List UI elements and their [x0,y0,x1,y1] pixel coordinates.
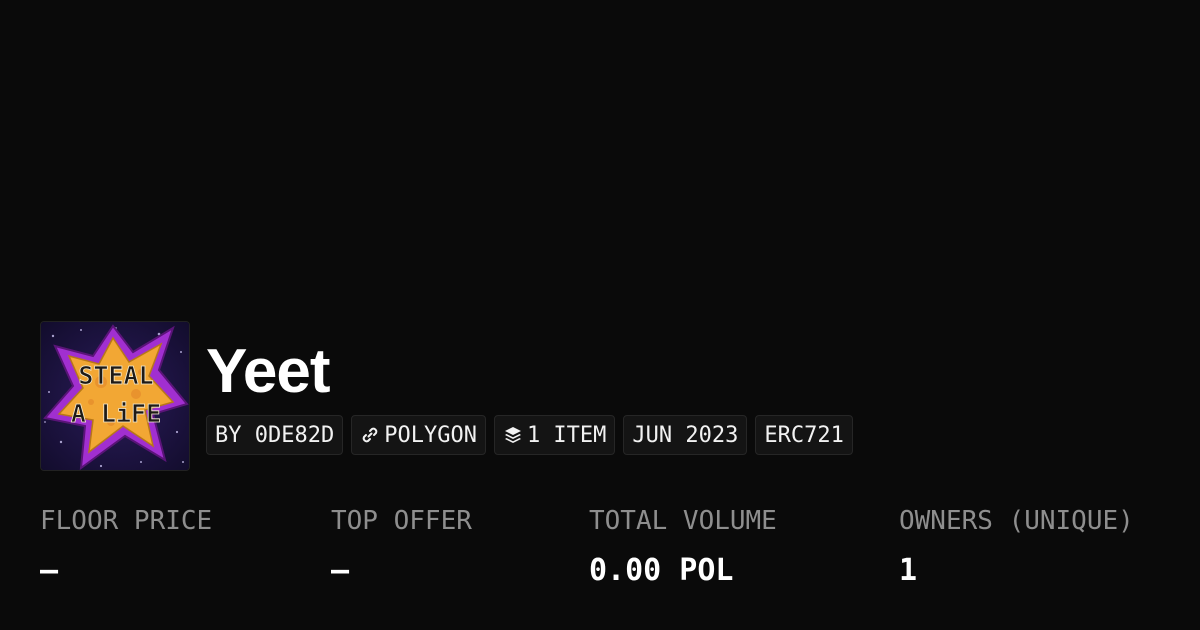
floor-price-stat: FLOOR PRICE – [40,500,212,600]
total-volume-stat: TOTAL VOLUME 0.00 POL [589,500,777,600]
items-tag[interactable]: 1 ITEM [493,415,616,455]
date-tag: JUN 2023 [623,415,748,455]
owners-label: OWNERS (UNIQUE) [899,506,1134,536]
link-icon [360,425,380,445]
total-volume-value: 0.00 POL [589,553,734,588]
chain-label: POLYGON [384,422,477,448]
items-label: 1 ITEM [526,422,607,448]
creator-label: BY 0DE82D [215,422,335,448]
avatar-text-line2: A LiFE [71,399,161,428]
standard-label: ERC721 [764,422,844,448]
floor-price-value: – [40,553,59,588]
owners-value: 1 [899,553,918,588]
top-offer-label: TOP OFFER [331,506,472,536]
floor-price-label: FLOOR PRICE [40,506,213,536]
creator-tag[interactable]: BY 0DE82D [206,415,344,455]
steal-a-life-artwork: STEAL A LiFE [41,322,189,470]
top-offer-value: – [331,553,350,588]
standard-tag: ERC721 [755,415,853,455]
layers-icon [503,425,523,445]
collection-tags: BY 0DE82D POLYGON 1 ITEM JUN 2023 ERC721 [206,415,853,455]
collection-avatar: STEAL A LiFE [40,321,190,471]
top-offer-stat: TOP OFFER – [331,500,472,600]
total-volume-label: TOTAL VOLUME [589,506,777,536]
owners-stat: OWNERS (UNIQUE) 1 [899,500,1134,600]
date-label: JUN 2023 [632,422,739,448]
collection-title: Yeet [206,337,331,406]
avatar-text-line1: STEAL [78,361,153,390]
chain-tag[interactable]: POLYGON [351,415,486,455]
